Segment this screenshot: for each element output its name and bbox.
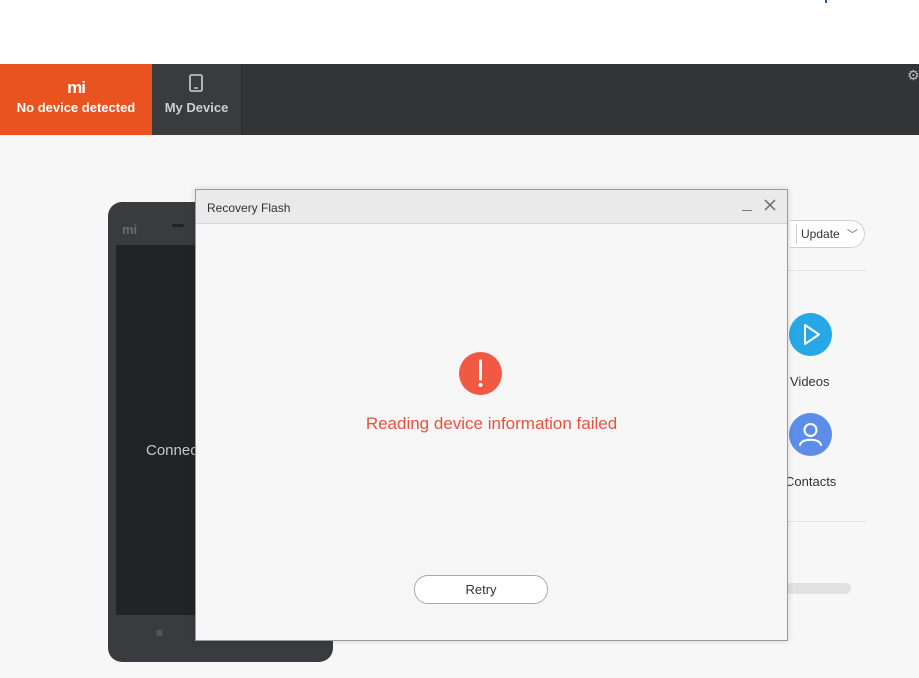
tab-my-device[interactable]: My Device <box>152 64 242 135</box>
tab-my-device-label: My Device <box>164 100 229 115</box>
retry-button[interactable]: Retry <box>414 575 548 604</box>
minimize-icon <box>742 210 752 211</box>
update-dropdown-label: Update <box>801 227 840 241</box>
update-dropdown[interactable]: Update ﹀ <box>790 220 865 248</box>
minimize-button[interactable] <box>740 199 754 213</box>
chevron-down-icon: ﹀ <box>847 229 858 241</box>
error-message: Reading device information failed <box>365 414 618 433</box>
phone-icon <box>189 74 203 92</box>
phone-mi-logo-icon: mi <box>122 222 138 237</box>
contacts-shortcut-button[interactable] <box>789 413 832 456</box>
stray-pixel <box>825 0 827 3</box>
gear-icon[interactable]: ⚙ <box>907 68 919 82</box>
play-icon <box>804 324 820 345</box>
exclamation-glyph <box>478 359 483 387</box>
menu-key-icon: ≡ <box>156 626 164 640</box>
storage-progress-track <box>786 583 851 594</box>
dropdown-divider <box>796 224 797 244</box>
recovery-flash-dialog: Recovery Flash Reading device informatio… <box>195 189 788 641</box>
contacts-label: Contacts <box>785 474 837 489</box>
top-blank-area <box>0 0 919 64</box>
dialog-titlebar[interactable]: Recovery Flash <box>196 190 787 224</box>
divider-line <box>786 521 866 522</box>
mi-logo-icon: mi <box>67 78 86 97</box>
close-icon[interactable] <box>762 197 778 213</box>
phone-speaker <box>172 224 184 227</box>
dialog-title: Recovery Flash <box>207 201 291 215</box>
divider-line <box>786 270 866 271</box>
exclamation-icon <box>459 352 502 395</box>
videos-label: Videos <box>790 374 830 389</box>
tab-device-status[interactable]: mi No device detected <box>0 64 152 135</box>
person-icon <box>799 423 822 446</box>
phone-screen-text: Connec <box>146 442 198 459</box>
device-status-label: No device detected <box>16 100 136 115</box>
top-navigation-bar: mi No device detected My Device ⚙ <box>0 64 919 135</box>
videos-shortcut-button[interactable] <box>789 313 832 356</box>
